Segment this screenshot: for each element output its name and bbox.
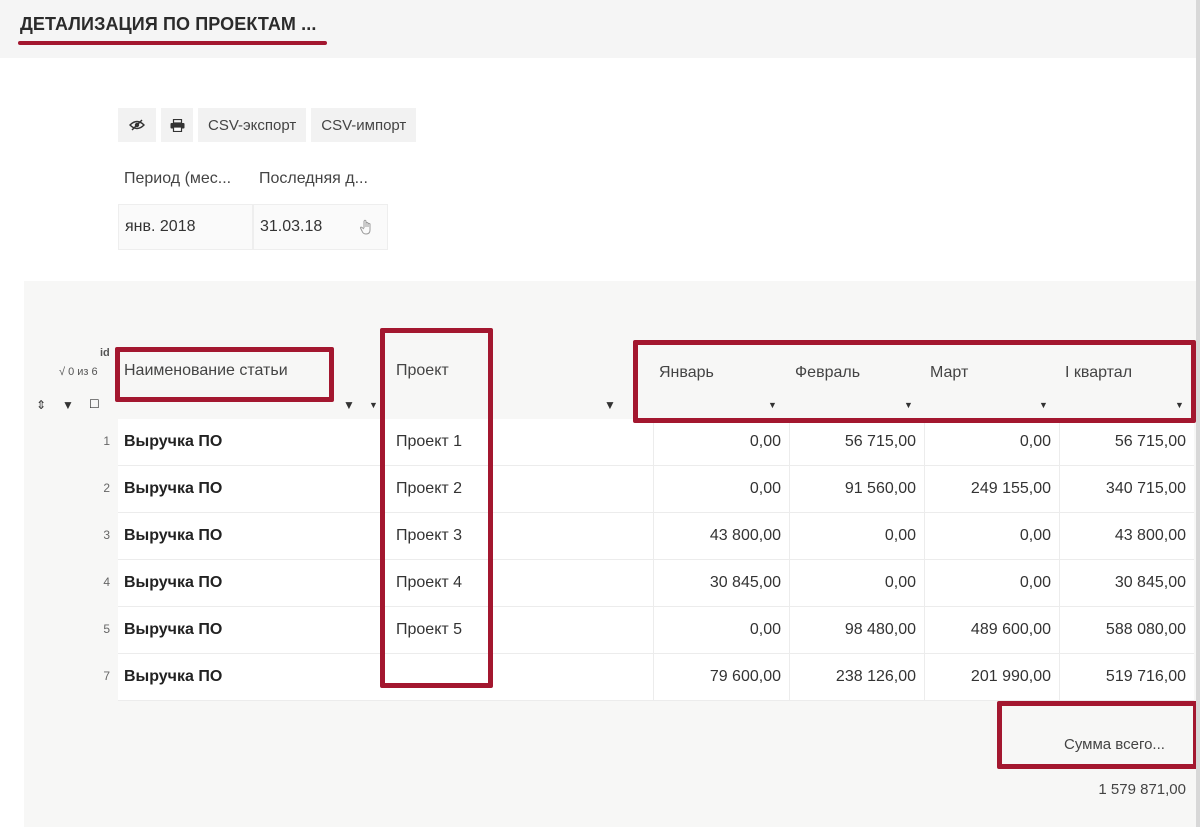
printer-icon[interactable] xyxy=(161,108,193,142)
csv-export-button[interactable]: CSV-экспорт xyxy=(198,108,307,142)
highlight-project-column xyxy=(380,328,493,688)
last-date-field[interactable]: 31.03.18 xyxy=(253,204,388,250)
page-title: ДЕТАЛИЗАЦИЯ ПО ПРОЕКТАМ ... xyxy=(20,14,317,34)
highlight-month-headers xyxy=(633,340,1196,423)
table-row[interactable]: Выручка ПО Проект 5 0,00 98 480,00 489 600,0… xyxy=(118,607,1194,654)
table-row[interactable]: Выручка ПО Проект 1 0,00 56 715,00 0,00 56 71… xyxy=(118,419,1194,466)
q1-cell: 43 800,00 xyxy=(1059,513,1194,559)
highlight-name-header xyxy=(115,347,334,402)
row-id: 3 xyxy=(103,528,110,542)
title-underline xyxy=(18,41,327,45)
q1-cell: 519 716,00 xyxy=(1059,654,1194,700)
q1-cell: 30 845,00 xyxy=(1059,560,1194,606)
january-cell: 0,00 xyxy=(653,466,789,512)
row-id: 5 xyxy=(103,622,110,636)
january-cell: 0,00 xyxy=(653,419,789,465)
total-label: Сумма всего... xyxy=(1064,736,1165,753)
january-cell: 30 845,00 xyxy=(653,560,789,606)
q1-cell: 340 715,00 xyxy=(1059,466,1194,512)
csv-import-button[interactable]: CSV-импорт xyxy=(311,108,417,142)
name-cell: Выручка ПО xyxy=(124,527,223,544)
name-filter-icon[interactable]: ▼ xyxy=(343,398,355,412)
february-cell: 98 480,00 xyxy=(789,607,924,653)
table-row[interactable]: Выручка ПО 79 600,00 238 126,00 201 990,00 5… xyxy=(118,654,1194,701)
row-id: 2 xyxy=(103,481,110,495)
march-cell: 0,00 xyxy=(924,560,1059,606)
row-id: 7 xyxy=(103,669,110,683)
name-cell: Выручка ПО xyxy=(124,668,223,685)
table-row[interactable]: Выручка ПО Проект 3 43 800,00 0,00 0,00 43 80… xyxy=(118,513,1194,560)
q1-cell: 588 080,00 xyxy=(1059,607,1194,653)
february-cell: 91 560,00 xyxy=(789,466,924,512)
last-date-value: 31.03.18 xyxy=(260,218,323,235)
january-cell: 43 800,00 xyxy=(653,513,789,559)
printer-icon-glyph xyxy=(170,118,184,132)
scrollbar-edge[interactable] xyxy=(1196,0,1200,827)
highlight-total-label xyxy=(997,701,1198,769)
table-row[interactable]: Выручка ПО Проект 4 30 845,00 0,00 0,00 30 84… xyxy=(118,560,1194,607)
name-cell: Выручка ПО xyxy=(124,433,223,450)
february-cell: 56 715,00 xyxy=(789,419,924,465)
row-id: 4 xyxy=(103,575,110,589)
march-cell: 249 155,00 xyxy=(924,466,1059,512)
total-value: 1 579 871,00 xyxy=(1098,781,1186,798)
hand-pointer-icon[interactable] xyxy=(359,219,373,240)
name-cell: Выручка ПО xyxy=(124,574,223,591)
table-row[interactable]: Выручка ПО Проект 2 0,00 91 560,00 249 155,0… xyxy=(118,466,1194,513)
january-cell: 79 600,00 xyxy=(653,654,789,700)
filter-icon[interactable]: ▼ xyxy=(62,398,74,412)
sort-icon[interactable]: ⇕ xyxy=(36,398,46,412)
last-date-label: Последняя д... xyxy=(259,170,368,187)
march-cell: 201 990,00 xyxy=(924,654,1059,700)
eye-slash-icon[interactable] xyxy=(118,108,156,142)
february-cell: 238 126,00 xyxy=(789,654,924,700)
march-cell: 0,00 xyxy=(924,513,1059,559)
period-field[interactable]: янв. 2018 xyxy=(118,204,253,250)
march-cell: 489 600,00 xyxy=(924,607,1059,653)
row-id: 1 xyxy=(103,434,110,448)
february-cell: 0,00 xyxy=(789,513,924,559)
january-cell: 0,00 xyxy=(653,607,789,653)
eye-slash-icon-glyph xyxy=(129,119,145,131)
march-cell: 0,00 xyxy=(924,419,1059,465)
period-value: янв. 2018 xyxy=(125,218,196,235)
id-header: id xyxy=(100,347,110,359)
header-bar: ДЕТАЛИЗАЦИЯ ПО ПРОЕКТАМ ... xyxy=(0,0,1200,58)
q1-cell: 56 715,00 xyxy=(1059,419,1194,465)
select-all-checkbox[interactable]: ☐ xyxy=(89,397,100,411)
name-cell: Выручка ПО xyxy=(124,480,223,497)
period-label: Период (мес... xyxy=(124,170,232,187)
selection-count: √ 0 из 6 xyxy=(59,366,98,378)
name-dropdown-icon[interactable]: ▼ xyxy=(369,400,378,410)
hand-pointer-icon-glyph xyxy=(359,219,371,235)
toolbar: CSV-экспорт CSV-импорт xyxy=(118,108,417,142)
name-cell: Выручка ПО xyxy=(124,621,223,638)
project-filter-icon[interactable]: ▼ xyxy=(604,398,616,412)
february-cell: 0,00 xyxy=(789,560,924,606)
